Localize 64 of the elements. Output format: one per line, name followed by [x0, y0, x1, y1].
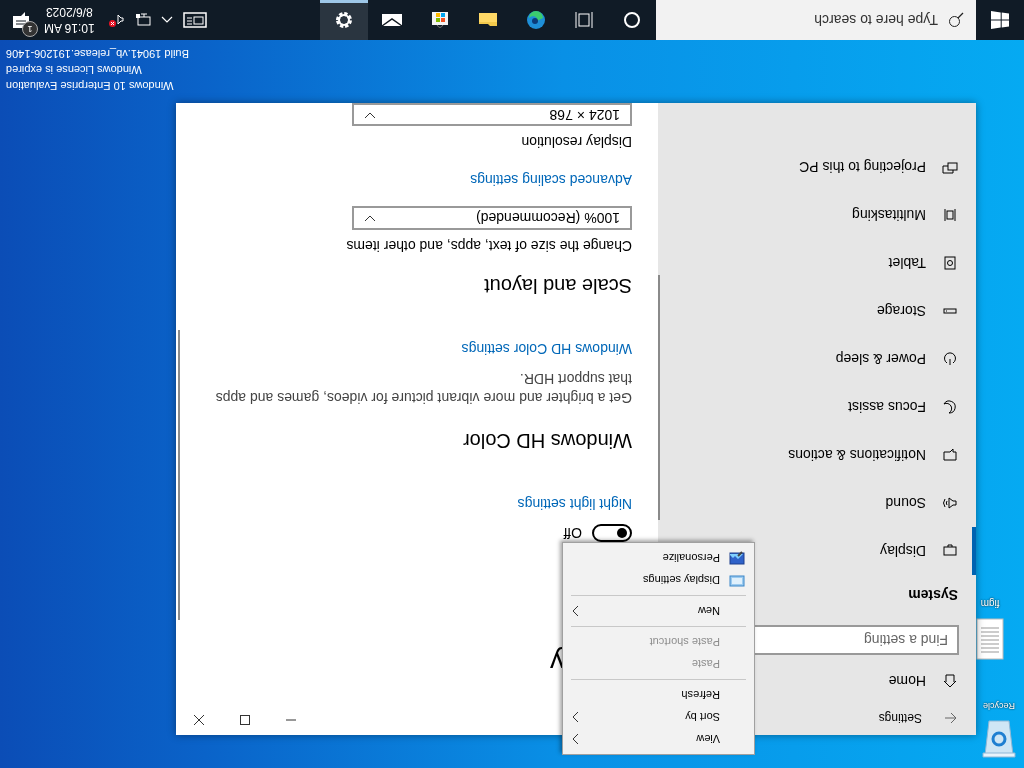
window-stack-icon	[942, 207, 958, 223]
link[interactable]: Night light settings	[517, 496, 632, 512]
section-heading: Windows HD Color	[463, 429, 632, 452]
search-icon	[948, 12, 964, 28]
nav-item[interactable]: Tablet	[658, 239, 976, 287]
menu-item[interactable]: View	[563, 728, 754, 750]
store-bag-icon[interactable]	[429, 9, 451, 31]
link[interactable]: Advanced scaling settings	[470, 172, 632, 189]
menu-item[interactable]: Sort by	[563, 706, 754, 728]
notification-badge: 1	[22, 21, 38, 37]
desktop-icon-label: figm	[980, 598, 1000, 609]
watermark-text: Build 19041.vb_release.191206-1406	[6, 47, 189, 62]
window-title: Settings	[878, 711, 922, 725]
task-view-icon[interactable]	[573, 9, 595, 31]
chevron-up-icon[interactable]	[160, 16, 173, 24]
browser-swirl-icon[interactable]	[525, 9, 547, 31]
dropdown[interactable]: 1024 × 768	[352, 103, 632, 127]
chevron-down-icon	[364, 110, 376, 119]
message-icon	[942, 447, 958, 463]
clock[interactable]: 10:16 AM 8/6/2023	[40, 4, 99, 36]
document-icon[interactable]	[976, 618, 1004, 660]
section-header: System	[908, 587, 958, 603]
dropdown[interactable]: 100% (Recommended)	[352, 206, 632, 230]
nav-item[interactable]: Notifications & actions	[658, 431, 976, 479]
network-icon[interactable]	[134, 12, 151, 28]
search-field[interactable]: Type here to search	[656, 0, 976, 40]
moon-icon	[942, 399, 958, 415]
menu-item[interactable]: Refresh	[563, 684, 754, 706]
watermark-text: Windows License is expired	[6, 63, 143, 78]
chevron-down-icon	[364, 214, 376, 223]
nav-item[interactable]: Storage	[658, 287, 976, 335]
nav-item[interactable]: Power & sleep	[658, 335, 976, 383]
back-arrow-icon[interactable]	[944, 711, 958, 725]
chevron-right-icon	[571, 711, 579, 723]
menu-item[interactable]: New	[563, 600, 754, 622]
description-text: Get a brighter and more vibrant picture for videos, games and apps that support HDR.	[214, 370, 632, 407]
windows-logo-icon[interactable]	[991, 11, 1009, 29]
section-heading: Scale and layout	[484, 274, 632, 297]
nav-item[interactable]: Projecting to this PC	[658, 143, 976, 191]
scrollbar[interactable]	[658, 275, 660, 520]
chevron-right-icon	[571, 605, 579, 617]
nav-item[interactable]: Sound	[658, 479, 976, 527]
newspaper-icon[interactable]	[182, 12, 207, 28]
desktop-icon-label: Recycle	[983, 701, 1015, 711]
chevron-right-icon	[571, 733, 579, 745]
link[interactable]: Windows HD Color settings	[461, 341, 632, 357]
screens-icon	[942, 159, 958, 175]
watermark-text: Windows 10 Enterprise Evaluation	[6, 79, 175, 94]
field-label: Change the size of text, apps, and other items	[346, 238, 632, 254]
monitor-icon	[729, 572, 745, 588]
nav-item[interactable]: Focus assist	[658, 383, 976, 431]
muted-speaker-icon[interactable]	[108, 12, 125, 28]
scrollbar[interactable]	[178, 330, 180, 620]
speaker-icon	[942, 495, 958, 511]
monitor-icon	[942, 543, 958, 559]
tablet-icon	[942, 255, 958, 271]
home-icon	[942, 673, 958, 689]
power-icon	[942, 351, 958, 367]
picture-frame-icon	[729, 550, 745, 566]
toggle-label: Off	[563, 525, 582, 541]
gear-icon[interactable]	[333, 9, 355, 31]
field-label: Display resolution	[521, 134, 632, 151]
circle-icon[interactable]	[621, 9, 643, 31]
nav-item[interactable]: Multitasking	[658, 191, 976, 239]
